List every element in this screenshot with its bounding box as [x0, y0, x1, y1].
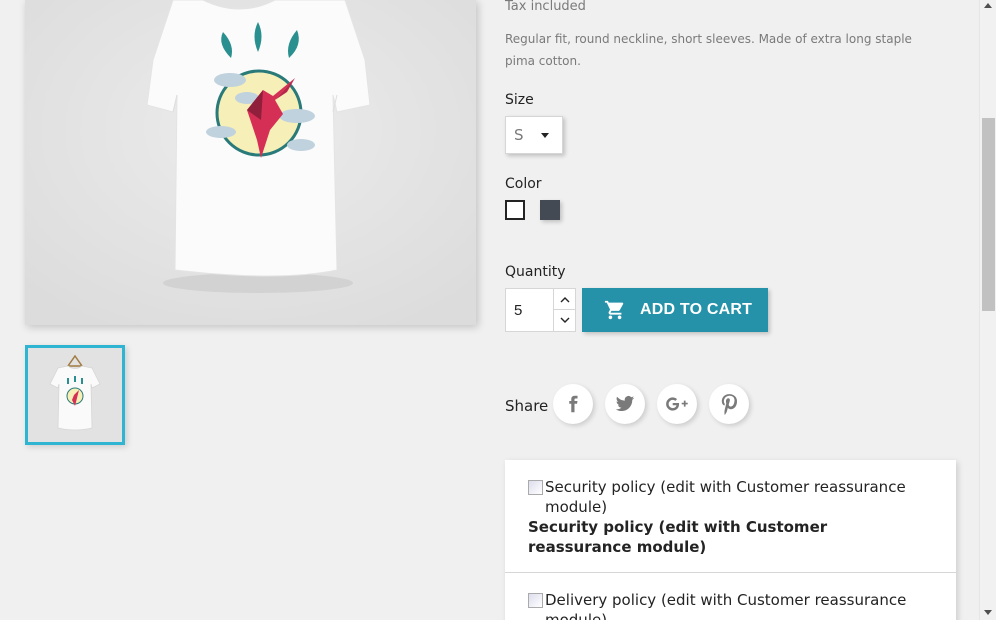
delivery-policy-image: Delivery policy (edit with Customer reas… — [528, 590, 928, 620]
tax-included-label: Tax included — [505, 0, 586, 14]
product-description: Regular fit, round neckline, short sleev… — [505, 32, 912, 68]
share-twitter-button[interactable] — [605, 384, 645, 424]
size-label: Size — [505, 92, 534, 108]
color-swatch-grey[interactable] — [540, 200, 560, 220]
shopping-cart-icon — [604, 300, 624, 320]
color-swatch-white[interactable] — [505, 200, 525, 220]
scrollbar-thumb[interactable] — [982, 118, 995, 311]
quantity-label: Quantity — [505, 264, 566, 280]
pinterest-icon — [721, 394, 738, 415]
page-scrollbar[interactable] — [979, 0, 996, 620]
product-thumbnail[interactable] — [25, 345, 125, 445]
customer-reassurance-block: Security policy (edit with Customer reas… — [505, 460, 956, 620]
color-label: Color — [505, 176, 542, 192]
add-to-cart-button[interactable]: ADD TO CART — [582, 288, 768, 332]
security-policy-image: Security policy (edit with Customer reas… — [528, 477, 928, 517]
twitter-icon — [615, 396, 635, 412]
scroll-down-arrow-icon[interactable] — [984, 610, 992, 615]
quantity-increment-button[interactable] — [553, 289, 575, 310]
security-policy-title: Security policy (edit with Customer reas… — [528, 518, 828, 556]
quantity-input[interactable] — [506, 289, 554, 331]
delivery-policy-image-alt: Delivery policy (edit with Customer reas… — [545, 591, 907, 620]
reassurance-item-delivery: Delivery policy (edit with Customer reas… — [528, 590, 928, 620]
google-plus-icon — [666, 397, 688, 411]
chevron-up-icon — [560, 296, 569, 302]
share-facebook-button[interactable] — [553, 384, 593, 424]
quantity-decrement-button[interactable] — [553, 310, 575, 331]
facebook-icon — [569, 395, 578, 413]
security-policy-image-alt: Security policy (edit with Customer reas… — [545, 478, 906, 516]
product-main-image[interactable] — [25, 0, 476, 325]
share-label: Share — [505, 397, 549, 415]
chevron-down-icon — [560, 317, 569, 323]
broken-image-icon — [528, 593, 543, 608]
broken-image-icon — [528, 480, 543, 495]
quantity-stepper — [505, 288, 576, 332]
scroll-up-arrow-icon[interactable] — [984, 3, 992, 8]
add-to-cart-label: ADD TO CART — [640, 301, 753, 318]
size-select[interactable]: S — [505, 116, 563, 154]
reassurance-item-security: Security policy (edit with Customer reas… — [528, 477, 928, 557]
size-selected-value: S — [514, 126, 524, 144]
reassurance-divider — [505, 572, 956, 573]
share-pinterest-button[interactable] — [709, 384, 749, 424]
caret-down-icon — [541, 133, 549, 138]
share-google-plus-button[interactable] — [657, 384, 697, 424]
